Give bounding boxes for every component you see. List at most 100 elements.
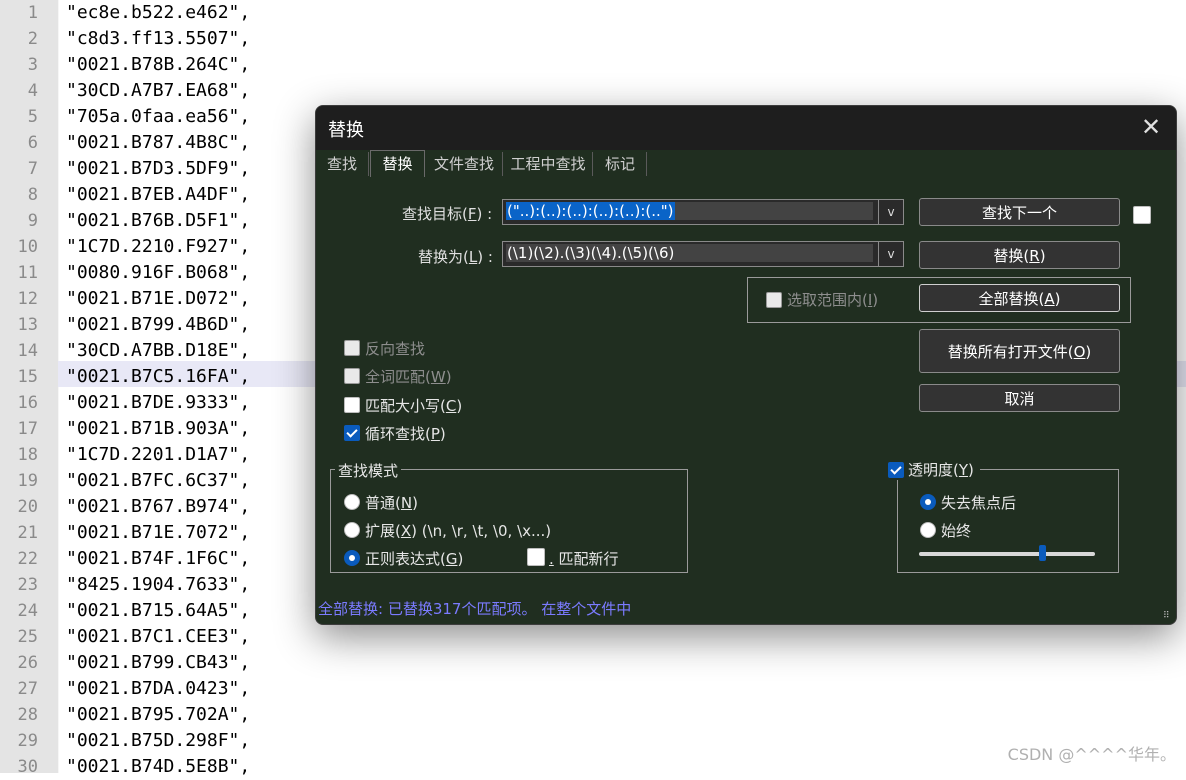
in-selection-checkbox[interactable] [766,292,782,308]
code-line[interactable]: "8425.1904.7633", [66,572,250,598]
dialog-titlebar[interactable]: 替换 ✕ [316,106,1176,150]
code-line[interactable]: "0021.B78B.264C", [66,52,250,78]
code-line[interactable]: "0021.B71E.D072", [66,286,250,312]
search-mode-normal-label: 普通(N) [365,494,418,512]
line-number: 11 [17,263,38,283]
code-line[interactable]: "0021.B7EB.A4DF", [66,182,250,208]
resize-grip-icon[interactable]: ⠿ [1163,611,1173,621]
code-line[interactable]: "0021.B71B.903A", [66,416,250,442]
replace-with-combobox[interactable]: (\1)(\2).(\3)(\4).(\5)(\6) v [502,241,904,267]
code-line[interactable]: "705a.0faa.ea56", [66,104,250,130]
code-line[interactable]: "0021.B74F.1F6C", [66,546,250,572]
code-line[interactable]: "0080.916F.B068", [66,260,250,286]
wrap-around-label: 循环查找(P) [365,425,446,443]
dot-matches-newline-label: . 匹配新行 [549,550,619,568]
tab-replace[interactable]: 替换 [370,150,425,177]
line-number: 13 [17,315,38,335]
replace-with-input[interactable]: (\1)(\2).(\3)(\4).(\5)(\6) [506,244,675,262]
code-line[interactable]: "0021.B7FC.6C37", [66,468,250,494]
code-line[interactable]: "0021.B7C5.16FA", [66,364,250,390]
code-line[interactable]: "0021.B75D.298F", [66,728,250,754]
cancel-button[interactable]: 取消 [919,384,1120,412]
line-number: 19 [17,471,38,491]
match-case-label: 匹配大小写(C) [365,397,463,415]
line-number: 20 [17,497,38,517]
dialog-title: 替换 [328,120,364,141]
search-mode-regex-radio[interactable] [344,550,360,566]
transparency-always-radio[interactable] [920,522,936,538]
code-line[interactable]: "0021.B767.B974", [66,494,250,520]
replace-all-in-open-documents-button[interactable]: 替换所有打开文件(O) [919,329,1120,373]
tab-find[interactable]: 查找 [316,152,369,176]
tab-find-in-files[interactable]: 文件查找 [426,152,503,176]
code-line[interactable]: "0021.B787.4B8C", [66,130,250,156]
line-number: 27 [17,679,38,699]
match-case-checkbox[interactable] [344,397,360,413]
code-line[interactable]: "c8d3.ff13.5507", [66,26,250,52]
replace-dialog: 替换 ✕ 查找 替换 文件查找 工程中查找 标记 查找目标(F) : ("..)… [315,105,1177,625]
watermark: CSDN @^^^^华年。 [1007,745,1176,764]
code-line[interactable]: "0021.B76B.D5F1", [66,208,250,234]
search-mode-regex-label: 正则表达式(G) [365,550,464,568]
line-number: 14 [17,341,38,361]
search-mode-normal-radio[interactable] [344,494,360,510]
find-next-option-checkbox[interactable] [1133,206,1151,224]
search-mode-extended-label: 扩展(X) (\n, \r, \t, \0, \x...) [365,522,552,540]
line-number: 4 [27,81,38,101]
tab-find-in-projects[interactable]: 工程中查找 [504,152,593,176]
transparency-on-lose-focus-radio[interactable] [920,494,936,510]
chevron-down-icon[interactable]: v [878,200,903,224]
backward-direction-checkbox[interactable] [344,340,360,356]
code-line[interactable]: "0021.B74D.5E8B", [66,754,250,780]
find-next-button[interactable]: 查找下一个 [919,198,1120,226]
code-line[interactable]: "0021.B7DA.0423", [66,676,250,702]
code-line[interactable]: "0021.B799.4B6D", [66,312,250,338]
code-line[interactable]: "0021.B799.CB43", [66,650,250,676]
line-number: 17 [17,419,38,439]
transparency-checkbox[interactable] [888,462,904,478]
tab-mark[interactable]: 标记 [594,152,647,176]
transparency-slider-thumb[interactable] [1039,545,1047,561]
line-number: 3 [27,55,38,75]
backward-direction-label: 反向查找 [365,340,426,358]
transparency-title-area: 透明度(Y) [886,459,980,480]
replace-button[interactable]: 替换(R) [919,241,1120,269]
search-mode-title: 查找模式 [335,460,402,481]
find-what-input[interactable]: ("..):(..):(..):(..):(..):(..") [506,202,675,220]
code-line[interactable]: "0021.B7D3.5DF9", [66,156,250,182]
code-line[interactable]: "1C7D.2210.F927", [66,234,250,260]
line-number: 30 [17,757,38,777]
code-line[interactable]: "0021.B71E.7072", [66,520,250,546]
search-mode-extended-radio[interactable] [344,522,360,538]
dot-matches-newline-checkbox[interactable] [527,548,545,566]
line-number: 5 [27,107,38,127]
find-what-combobox[interactable]: ("..):(..):(..):(..):(..):(..") v [502,199,904,225]
line-number: 15 [17,367,38,387]
code-line[interactable]: "0021.B7C1.CEE3", [66,624,250,650]
line-number: 22 [17,549,38,569]
whole-word-checkbox[interactable] [344,368,360,384]
line-number: 8 [27,185,38,205]
close-icon[interactable]: ✕ [1136,112,1166,142]
line-number: 6 [27,133,38,153]
code-line[interactable]: "1C7D.2201.D1A7", [66,442,250,468]
replace-all-button[interactable]: 全部替换(A) [919,284,1120,312]
code-line[interactable]: "ec8e.b522.e462", [66,0,250,26]
status-message: 全部替换: 已替换317个匹配项。 在整个文件中 [318,600,632,618]
replace-with-label: 替换为(L) : [418,248,493,266]
line-number: 26 [17,653,38,673]
code-line[interactable]: "0021.B7DE.9333", [66,390,250,416]
line-number: 9 [27,211,38,231]
line-number: 23 [17,575,38,595]
code-line[interactable]: "0021.B715.64A5", [66,598,250,624]
code-line[interactable]: "30CD.A7BB.D18E", [66,338,250,364]
wrap-around-checkbox[interactable] [344,425,360,441]
code-line[interactable]: "30CD.A7B7.EA68", [66,78,250,104]
line-number: 12 [17,289,38,309]
code-line[interactable]: "0021.B795.702A", [66,702,250,728]
transparency-slider-track[interactable] [919,552,1095,556]
find-what-label: 查找目标(F) : [402,205,493,223]
chevron-down-icon[interactable]: v [878,242,903,266]
line-number: 18 [17,445,38,465]
transparency-always-label: 始终 [941,522,972,540]
